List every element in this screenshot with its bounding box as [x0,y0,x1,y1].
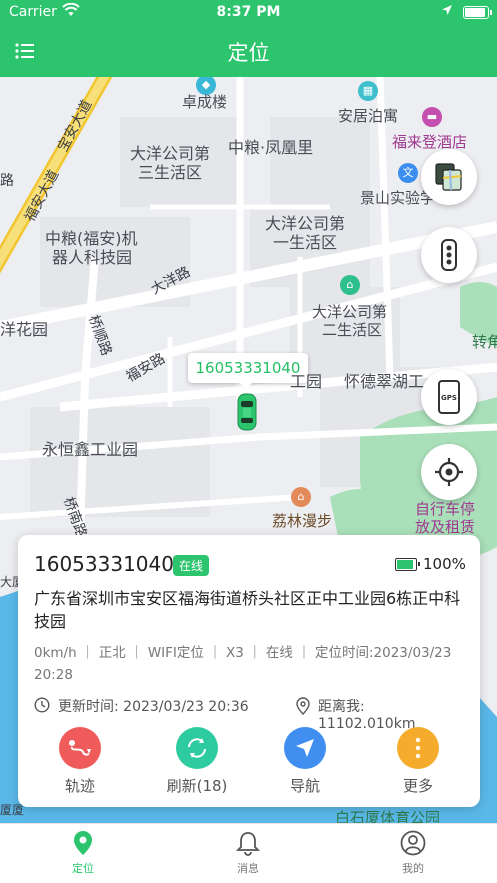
map-label-huaide: 怀德翠湖工 [344,372,425,391]
tab-messages-label: 消息 [237,862,259,875]
device-address: 广东省深圳市宝安区福海街道桥头社区正中工业园6栋正中科技园 [34,589,461,631]
map-label-zhuochenglou: 卓成楼 [182,93,228,111]
device-details: 0km/h ｜ 正北 ｜ WIFI定位 ｜ X3 ｜ 在线 ｜ 定位时间:202… [34,645,452,683]
map-label-zixingche-a: 自行车停 [415,500,476,518]
map-layer-button[interactable] [421,149,477,205]
map-label-lu-left: 路 [0,173,14,189]
refresh-label: 刷新(18) [166,777,228,795]
hotel-pin-icon: ▬ [422,107,442,127]
tab-profile-label: 我的 [402,862,424,875]
clock: 8:37 PM [216,4,281,20]
map-label-dayang3-b: 三生活区 [138,163,203,182]
map-label-anju: 安居泊寓 [338,107,399,125]
tab-location-label: 定位 [72,862,94,875]
status-badge: 在线 [173,555,210,576]
map-label-dayang2-b: 二生活区 [322,321,383,339]
track-button[interactable]: 轨迹 [30,727,130,796]
map-label-lilinmanbu: 荔林漫步 [272,512,333,530]
school-pin-icon: 文 [398,163,418,183]
map-label-zixingche-b: 放及租赁 [415,518,476,536]
navigate-button[interactable]: 导航 [255,727,355,796]
tab-location[interactable]: 定位 [43,830,123,876]
refresh-button[interactable]: 刷新(18) [147,727,247,796]
clock-icon [34,697,50,717]
device-battery-icon [395,558,420,571]
tab-profile[interactable]: 我的 [373,830,453,876]
device-info-card: 16053331040 在线 100% 广东省深圳市宝安区福海街道桥头社区正中工… [18,535,480,807]
map-label-yanghuayuan: 洋花园 [0,320,49,339]
map-label-yonghengxin: 永恒鑫工业园 [42,440,139,459]
residential-pin-icon: ⌂ [340,275,360,295]
track-label: 轨迹 [64,777,95,795]
gps-button[interactable]: GPS [421,369,477,425]
battery-percent: 100% [423,555,466,573]
status-bar: Carrier 8:37 PM [0,0,497,26]
device-id: 16053331040 [34,552,174,576]
building-pin-icon: ▦ [358,81,378,101]
map-label-dayang2-a: 大洋公司第 [312,303,388,321]
map-label-side-bottom: 厦厦 [0,803,25,817]
locate-me-button[interactable] [421,444,477,500]
map-label-gongyuan: 工园 [290,372,323,391]
battery-icon [463,6,492,19]
map-label-zhongliang-jqr-b: 器人科技园 [52,248,133,267]
car-marker-icon[interactable] [237,393,257,435]
meta-row: 更新时间: 2023/03/23 20:36 距离我: 11102.010km [34,695,464,732]
location-arrow-icon [441,4,453,19]
map-label-dayang1-a: 大洋公司第 [265,214,346,233]
more-label: 更多 [402,777,433,795]
map-label-zhuanjiao: 转角 [472,333,497,351]
page-title: 定位 [227,41,270,65]
map-label-zhongliang-jqr-a: 中粮(福安)机 [45,229,138,248]
traffic-button[interactable] [421,227,477,283]
map-label-zhongliang-fh: 中粮·凤凰里 [228,138,314,157]
map-label-dayang1-b: 一生活区 [273,233,338,252]
tab-messages[interactable]: 消息 [208,830,288,876]
update-time: 更新时间: 2023/03/23 20:36 [58,699,249,715]
map-label-jingshan: 景山实验学 [360,189,436,207]
navigate-label: 导航 [289,777,320,795]
svg-text:GPS: GPS [441,394,457,402]
map-label-baishixia: 白石厦体育公园 [335,809,441,823]
map-label-dayang3-a: 大洋公司第 [130,144,211,163]
attraction-pin-icon: ⌂ [291,487,311,507]
map-label-fulaideng: 福来登酒店 [392,133,468,151]
action-bar: 轨迹 刷新(18) 导航 更多 [18,727,480,797]
more-button[interactable]: 更多 [368,727,468,796]
distance-pin-icon [296,697,310,719]
tab-bar: 定位 消息 我的 [0,823,497,883]
nav-bar: 定位 [0,26,497,77]
